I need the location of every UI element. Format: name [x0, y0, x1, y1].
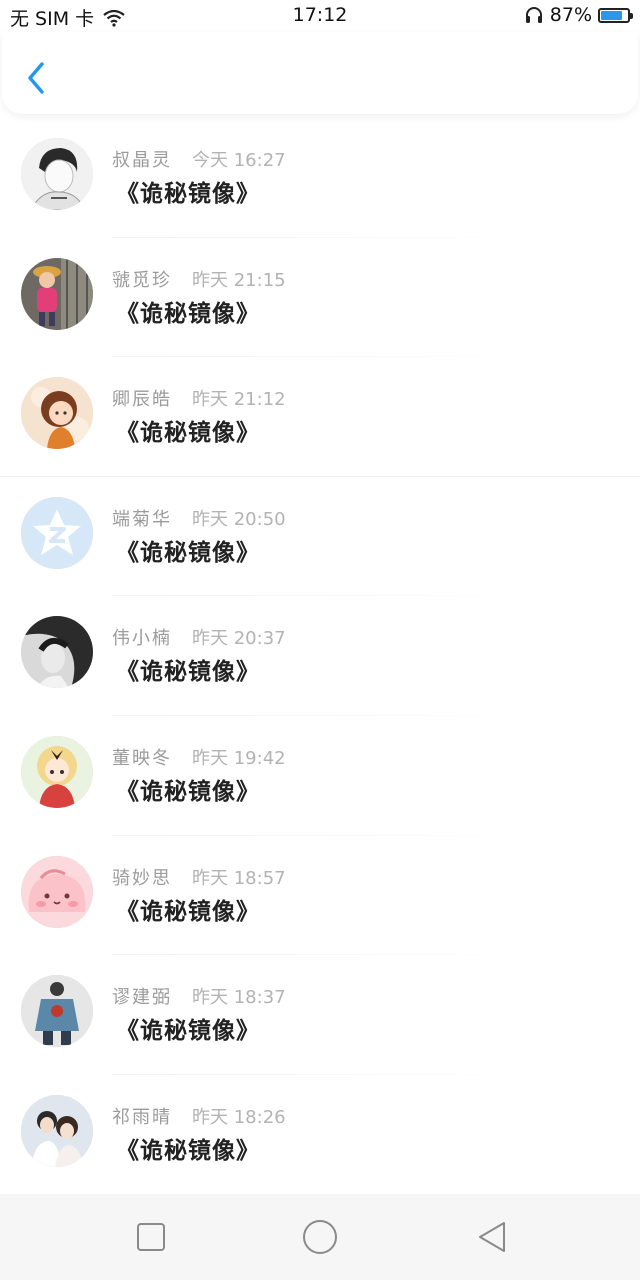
- message-title: 《诡秘镜像》: [116, 181, 260, 207]
- list-item[interactable]: 端菊华 昨天 20:50 《诡秘镜像》: [0, 477, 640, 597]
- avatar[interactable]: [21, 975, 93, 1048]
- avatar[interactable]: [21, 496, 93, 569]
- avatar-qzone-default: [21, 496, 93, 569]
- message-title: 《诡秘镜像》: [116, 1137, 260, 1164]
- battery-level-fill: [601, 10, 622, 20]
- message-title: 《诡秘镜像》: [116, 659, 260, 686]
- back-button[interactable]: [20, 58, 56, 98]
- message-title: 《诡秘镜像》: [116, 778, 260, 805]
- avatar[interactable]: [21, 377, 93, 450]
- message-time: 昨天 21:12: [192, 389, 286, 411]
- avatar[interactable]: [21, 616, 93, 689]
- list-item[interactable]: 虢觅珍 昨天 21:15 《诡秘镜像》: [0, 238, 640, 358]
- avatar-child-pink: [21, 257, 93, 330]
- sender-name: 虢觅珍: [112, 269, 172, 291]
- avatar-anime-blonde: [21, 735, 93, 808]
- sender-name: 谬建弼: [112, 987, 172, 1009]
- top-header: [2, 32, 638, 114]
- list-item[interactable]: 谬建弼 昨天 18:37 《诡秘镜像》: [0, 955, 640, 1075]
- battery-tip: [630, 12, 633, 19]
- message-time: 昨天 20:50: [192, 508, 286, 530]
- list-item[interactable]: 骑妙思 昨天 18:57 《诡秘镜像》: [0, 836, 640, 956]
- sender-name: 卿辰皓: [112, 389, 172, 411]
- sender-name: 祁雨晴: [112, 1106, 172, 1128]
- circle-icon: [303, 1220, 337, 1254]
- message-title: 《诡秘镜像》: [116, 300, 260, 327]
- message-time: 昨天 20:37: [192, 628, 286, 650]
- battery-icon: [598, 7, 633, 23]
- system-back-button[interactable]: [474, 1219, 510, 1255]
- list-item[interactable]: 伟小楠 昨天 20:37 《诡秘镜像》: [0, 596, 640, 716]
- battery-percent: 87%: [549, 4, 592, 26]
- avatar-bw-man: [21, 616, 93, 689]
- message-time: 昨天 18:57: [192, 867, 286, 889]
- sender-name: 端菊华: [112, 508, 172, 530]
- avatar-cartoon-girl: [21, 377, 93, 450]
- message-time: 昨天 19:42: [192, 747, 286, 769]
- status-bar: 无 SIM 卡 17:12 87%: [0, 0, 640, 32]
- recent-apps-button[interactable]: [133, 1219, 169, 1255]
- message-time: 昨天 21:15: [192, 269, 286, 291]
- list-item[interactable]: 卿辰皓 昨天 21:12 《诡秘镜像》: [0, 357, 640, 477]
- avatar-couple: [21, 1094, 93, 1167]
- headphones-icon: [525, 7, 542, 23]
- list-item[interactable]: 董映冬 昨天 19:42 《诡秘镜像》: [0, 716, 640, 836]
- screen: 无 SIM 卡 17:12 87% 叔晶灵 今天 16:27 《诡秘镜像》 虢觅…: [0, 0, 640, 1280]
- message-title: 《诡秘镜像》: [116, 1018, 260, 1045]
- sender-name: 伟小楠: [112, 628, 172, 650]
- avatar[interactable]: [21, 735, 93, 808]
- message-list: 叔晶灵 今天 16:27 《诡秘镜像》 虢觅珍 昨天 21:15 《诡秘镜像》 …: [0, 118, 640, 1194]
- sender-name: 叔晶灵: [112, 150, 172, 171]
- status-right: 87%: [524, 4, 633, 26]
- sender-name: 董映冬: [112, 747, 172, 769]
- message-title: 《诡秘镜像》: [116, 898, 260, 925]
- home-button[interactable]: [300, 1217, 340, 1257]
- list-item[interactable]: 叔晶灵 今天 16:27 《诡秘镜像》: [0, 118, 640, 238]
- avatar[interactable]: [21, 257, 93, 330]
- avatar-ink-portrait: [21, 138, 93, 210]
- message-title: 《诡秘镜像》: [116, 539, 260, 566]
- sender-name: 骑妙思: [112, 867, 172, 889]
- avatar[interactable]: [21, 855, 93, 928]
- avatar[interactable]: [21, 138, 93, 210]
- avatar[interactable]: [21, 1094, 93, 1167]
- message-time: 今天 16:27: [192, 150, 286, 171]
- square-icon: [137, 1223, 165, 1251]
- message-title: 《诡秘镜像》: [116, 420, 260, 447]
- triangle-back-icon: [479, 1222, 505, 1252]
- avatar-denim-jacket: [21, 975, 93, 1048]
- chevron-left-icon: [28, 62, 44, 94]
- list-item[interactable]: 祁雨晴 昨天 18:26 《诡秘镜像》: [0, 1075, 640, 1195]
- message-time: 昨天 18:26: [192, 1106, 286, 1128]
- system-nav-bar: [0, 1194, 640, 1280]
- message-time: 昨天 18:37: [192, 987, 286, 1009]
- avatar-pink-blob: [21, 855, 93, 928]
